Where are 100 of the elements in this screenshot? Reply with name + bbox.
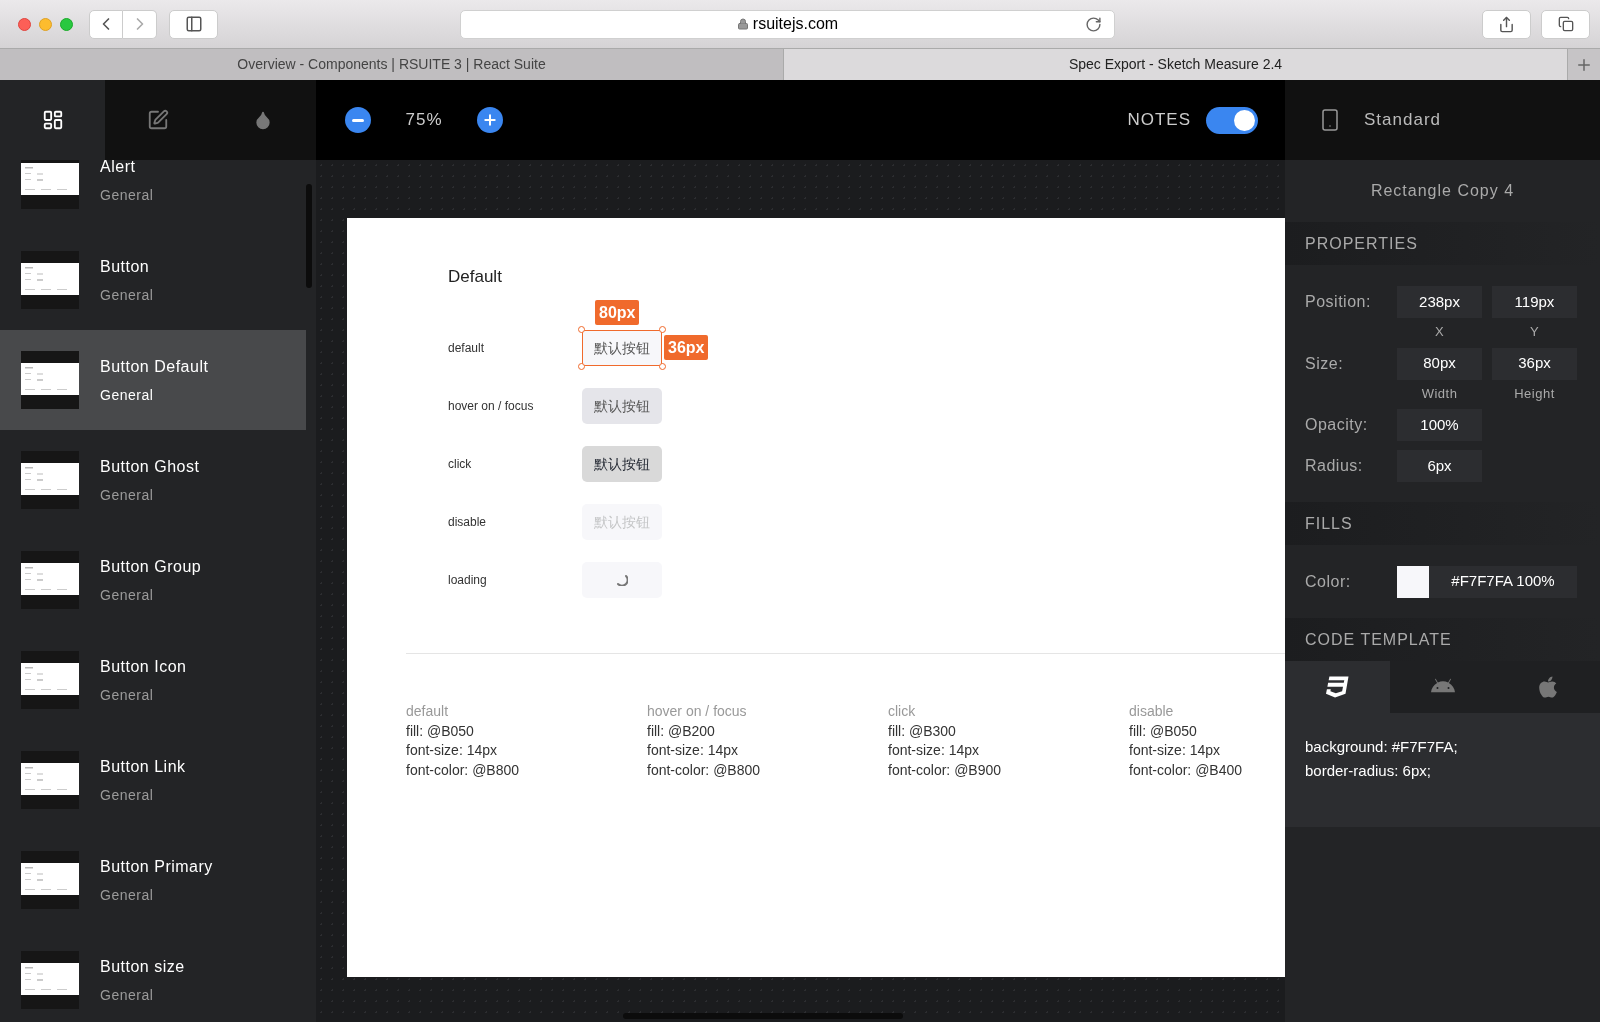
property-value: 238px	[1397, 286, 1482, 318]
code-tab[interactable]	[1285, 661, 1390, 713]
back-button[interactable]	[89, 9, 123, 39]
artboard-group: General	[100, 284, 154, 306]
layer-name: Rectangle Copy 4	[1370, 181, 1515, 201]
artboard-thumbnail	[21, 251, 79, 309]
tabs-icon	[1557, 16, 1574, 32]
artboard-title: Button Default	[100, 356, 209, 377]
sidebar-tab[interactable]	[0, 80, 105, 160]
selection-handle[interactable]	[578, 363, 585, 370]
artboard-item[interactable]: Button Icon General	[0, 630, 306, 730]
device-name[interactable]: Standard	[1364, 107, 1441, 133]
sample-button[interactable]: 默认按钮	[582, 388, 662, 424]
artboard-title: Alert	[100, 160, 137, 177]
sample-button[interactable]: 默认按钮	[582, 330, 662, 366]
artboard-item[interactable]: Alert General	[0, 160, 306, 230]
zoom-out-button[interactable]	[345, 107, 371, 133]
artboard-item[interactable]: Button General	[0, 230, 306, 330]
new-tab-button[interactable]	[1568, 49, 1600, 80]
fill-label: Color:	[1305, 571, 1352, 592]
artboard-thumbnail	[21, 951, 79, 1009]
spec-line: font-size: 14px	[647, 741, 739, 760]
forward-button[interactable]	[123, 9, 157, 39]
layout-icon	[41, 109, 64, 131]
artboard-thumbnail	[21, 751, 79, 809]
property-value: 36px	[1492, 347, 1577, 380]
state-label: default	[448, 340, 486, 357]
spec-title: hover on / focus	[647, 702, 747, 721]
maximize-window-button[interactable]	[60, 17, 73, 31]
notes-toggle[interactable]	[1206, 106, 1258, 134]
artboard-thumbnail	[21, 451, 79, 509]
sidebar-toggle-button[interactable]	[169, 9, 218, 39]
browser-tab[interactable]: Overview - Components | RSUITE 3 | React Suite	[0, 49, 784, 80]
minimize-window-button[interactable]	[39, 17, 52, 31]
property-value: 100%	[1397, 409, 1482, 441]
width-measure-badge: 80px	[595, 300, 640, 325]
spec-line: fill: @B050	[1129, 721, 1197, 741]
selection-handle[interactable]	[578, 326, 585, 333]
artboard-thumbnail	[21, 351, 79, 409]
property-caption: Y	[1529, 323, 1540, 341]
color-swatch[interactable]	[1397, 565, 1429, 598]
notes-label: NOTES	[1127, 109, 1191, 132]
close-window-button[interactable]	[18, 17, 31, 31]
horizontal-scrollbar[interactable]	[623, 1013, 903, 1019]
selection-handle[interactable]	[659, 363, 666, 370]
spec-line: font-color: @B900	[888, 760, 1002, 780]
artboard-item[interactable]: Button Link General	[0, 730, 306, 830]
zoom-in-button[interactable]	[477, 107, 503, 133]
artboard-title: Button	[100, 256, 151, 277]
property-label: Opacity:	[1305, 415, 1369, 435]
spec-line: font-color: @B800	[647, 760, 761, 780]
property-caption: Height	[1514, 384, 1555, 403]
plus-icon	[482, 112, 498, 128]
property-value: 6px	[1397, 450, 1482, 482]
sample-button[interactable]: 默认按钮	[582, 446, 662, 482]
artboard-group: General	[100, 984, 185, 1006]
section-heading: Default	[448, 266, 503, 288]
spec-title: disable	[1129, 702, 1174, 721]
spec-line: font-size: 14px	[406, 741, 498, 760]
spec-title: default	[406, 702, 449, 721]
state-label: hover on / focus	[448, 398, 535, 415]
artboard-thumbnail	[21, 851, 79, 909]
spec-line: font-color: @B400	[1129, 760, 1243, 780]
artboard-item[interactable]: Button Group General	[0, 530, 306, 630]
spec-line: fill: @B200	[647, 721, 715, 741]
lock-icon	[736, 18, 749, 30]
state-label: click	[448, 456, 473, 473]
artboard-item[interactable]: Button size General	[0, 930, 306, 1022]
share-button[interactable]	[1482, 9, 1531, 39]
artboard-title: Button Icon	[100, 656, 187, 677]
state-label: loading	[448, 572, 488, 589]
artboard-thumbnail	[21, 160, 79, 209]
spec-line: font-size: 14px	[1129, 741, 1221, 760]
tab-overview-button[interactable]	[1541, 9, 1590, 39]
reload-icon[interactable]	[1085, 15, 1102, 33]
code-line: border-radius: 6px;	[1305, 761, 1432, 781]
selection-handle[interactable]	[659, 326, 666, 333]
minus-icon	[352, 118, 364, 122]
property-label: Position:	[1305, 292, 1372, 312]
property-label: Radius:	[1305, 456, 1364, 476]
artboard-item[interactable]: Button Primary General	[0, 830, 306, 930]
zoom-level: 75%	[404, 109, 444, 132]
artboard-group: General	[100, 784, 186, 806]
artboard-thumbnail	[21, 551, 79, 609]
artboard-item[interactable]: Button Ghost General	[0, 430, 306, 530]
spec-line: fill: @B050	[406, 721, 474, 741]
address-bar[interactable]: rsuitejs.com	[460, 9, 1115, 39]
edit-icon	[146, 109, 169, 131]
scrollbar[interactable]	[306, 184, 312, 288]
artboard-item[interactable]: Button Default General	[0, 330, 306, 430]
artboard-title: Button size	[100, 956, 185, 977]
share-icon	[1498, 15, 1515, 33]
spec-title: click	[888, 702, 916, 721]
artboard-group: General	[100, 184, 154, 206]
artboard-group: General	[100, 584, 202, 606]
browser-tab[interactable]: Spec Export - Sketch Measure 2.4	[784, 49, 1568, 80]
artboard-group: General	[100, 884, 213, 906]
property-value: 119px	[1492, 286, 1577, 318]
sidebar-icon	[184, 15, 203, 33]
code-line: background: #F7F7FA;	[1305, 737, 1459, 757]
